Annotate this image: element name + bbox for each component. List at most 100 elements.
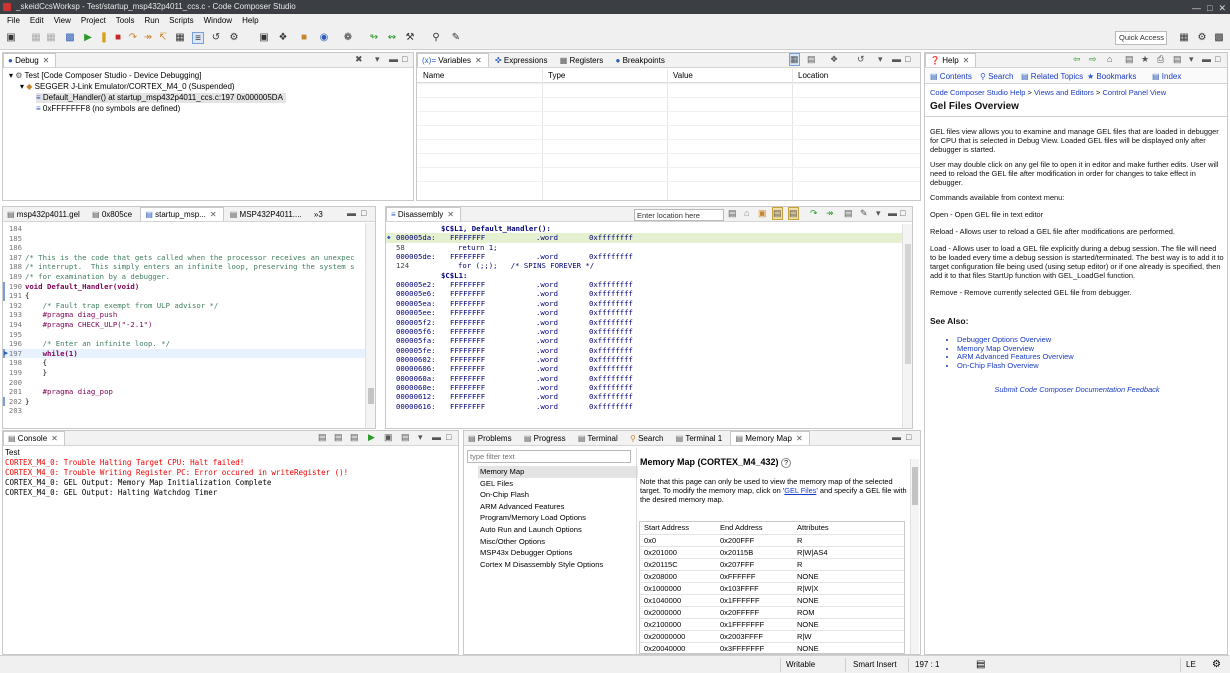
tab-problems[interactable]: ▤ Problems	[464, 432, 518, 446]
close-icon[interactable]: ✕	[43, 56, 50, 65]
code-line[interactable]: 190 void Default_Handler(void)	[3, 281, 365, 292]
save-all-icon[interactable]: ▦	[45, 32, 57, 44]
code-line[interactable]: 185	[3, 234, 365, 244]
tab-registers[interactable]: ▦ Registers	[556, 54, 610, 68]
minimize-icon[interactable]: ▬	[432, 432, 441, 442]
code-line[interactable]: 200	[3, 378, 365, 388]
table-row[interactable]: 0x208000 0xFFFFFF NONE	[640, 570, 904, 583]
code-line[interactable]: 191{	[3, 291, 365, 301]
cpu-icon[interactable]: ▣	[258, 32, 270, 44]
quick-access-field[interactable]: Quick Access	[1115, 31, 1167, 45]
filter-input[interactable]	[467, 450, 631, 463]
properties-scrollbar[interactable]	[910, 459, 919, 654]
location-input[interactable]	[634, 209, 724, 221]
minimize-icon[interactable]: ▬	[892, 432, 901, 442]
disasm-line[interactable]: $C$L1, Default_Handler():	[386, 224, 902, 233]
column-end-address[interactable]: End Address	[716, 522, 793, 535]
link-source-icon[interactable]: ▣	[758, 208, 767, 219]
properties-tree-item[interactable]: Cortex M Disassembly Style Options	[478, 559, 638, 571]
disasm-line[interactable]: 0000060a: FFFFFFFF .word 0xffffffff	[386, 374, 902, 383]
table-row[interactable]: 0x20040000 0x3FFFFFFF NONE	[640, 642, 904, 653]
maximize-icon[interactable]: □	[446, 432, 451, 442]
open-perspective-icon[interactable]: ✎	[450, 32, 462, 44]
close-icon[interactable]: ✕	[1218, 1, 1226, 15]
debug-tree-item-target[interactable]: ▾ ◆ SEGGER J-Link Emulator/CORTEX_M4_0 (…	[20, 82, 235, 92]
tab-terminal[interactable]: ▤ Terminal	[574, 432, 624, 446]
disasm-line[interactable]: 000005e6: FFFFFFFF .word 0xffffffff	[386, 289, 902, 298]
build-icon[interactable]: ■	[298, 32, 310, 44]
disasm-line[interactable]: 000005da: FFFFFFFF .word 0xffffffff ◆	[386, 233, 902, 243]
new-console-icon[interactable]: ▤	[401, 432, 410, 443]
suspend-icon[interactable]: ❚	[98, 32, 110, 44]
maximize-icon[interactable]: □	[900, 208, 905, 218]
minimize-icon[interactable]: ▬	[1202, 54, 1211, 64]
console-output[interactable]: CORTEX_M4_0: Trouble Halting Target CPU:…	[5, 458, 455, 498]
code-line[interactable]: 187/* This is the code that gets called …	[3, 253, 365, 263]
properties-scroll-thumb[interactable]	[912, 467, 918, 505]
code-line[interactable]: 197 while(1) ▶	[3, 348, 365, 359]
perspective-ccs-edit-icon[interactable]: ▦	[1178, 32, 1190, 44]
code-line[interactable]: 184	[3, 224, 365, 234]
nav-related-topics[interactable]: ▤ Related Topics	[1021, 72, 1083, 82]
disasm-line[interactable]: 0000060e: FFFFFFFF .word 0xffffffff	[386, 383, 902, 392]
column-location[interactable]: Location	[798, 71, 828, 81]
code-line[interactable]: 199 }	[3, 368, 365, 378]
code-line[interactable]: 186	[3, 243, 365, 253]
disasm-line[interactable]: 00000616: FFFFFFFF .word 0xffffffff	[386, 402, 902, 411]
table-row[interactable]: 0x1000000 0x103FFFF R|W|X	[640, 582, 904, 595]
menu-item[interactable]: Window	[199, 14, 237, 27]
tab-address[interactable]: ▤ 0x805ce	[88, 208, 138, 222]
go-location-icon[interactable]: ▤	[728, 208, 737, 219]
collapse-all-icon[interactable]: ▤	[807, 54, 816, 65]
tab-terminal-1[interactable]: ▤ Terminal 1	[672, 432, 729, 446]
maximize-icon[interactable]: □	[905, 54, 910, 64]
see-also-link[interactable]: On-Chip Flash Overview	[957, 361, 1224, 371]
debug-tree-item-frame-0[interactable]: ≡ Default_Handler() at startup_msp432p40…	[36, 93, 286, 103]
disasm-line[interactable]: 000005ea: FFFFFFFF .word 0xffffffff	[386, 299, 902, 308]
breadcrumb-item[interactable]: Views and Editors	[1034, 88, 1094, 97]
disasm-line[interactable]: 58 return 1;	[386, 243, 902, 252]
menu-item[interactable]: Tools	[111, 14, 140, 27]
properties-tree-item[interactable]: ARM Advanced Features	[478, 501, 638, 513]
tab-breakpoints[interactable]: ● Breakpoints	[612, 54, 671, 68]
code-line[interactable]: 188/* interrupt. This simply enters an i…	[3, 262, 365, 272]
minimize-icon[interactable]: ▬	[888, 208, 897, 218]
pin-console-icon[interactable]: ▶	[368, 432, 375, 443]
close-icon[interactable]: ✕	[796, 434, 803, 443]
disassembly-scrollbar[interactable]	[902, 224, 912, 428]
view-menu-icon[interactable]: ▾	[878, 54, 883, 65]
menu-item[interactable]: Edit	[25, 14, 49, 27]
perspective-other-icon[interactable]: ▩	[1213, 32, 1225, 44]
expand-icon[interactable]: ▾	[20, 82, 24, 91]
disassembly-scroll-thumb[interactable]	[905, 244, 911, 364]
display-console-icon[interactable]: ▣	[384, 432, 393, 443]
external-tools-icon[interactable]: ⚒	[404, 32, 416, 44]
close-icon[interactable]: ✕	[963, 56, 970, 65]
nav-search[interactable]: ⚲ Search	[980, 72, 1013, 82]
grid-icon[interactable]: ▦	[174, 32, 186, 44]
step-over-icon[interactable]: ↠	[142, 32, 154, 44]
column-type[interactable]: Type	[548, 71, 565, 81]
disasm-line[interactable]: 00000602: FFFFFFFF .word 0xffffffff	[386, 355, 902, 364]
nav-contents[interactable]: ▤ Contents	[930, 72, 972, 82]
code-line[interactable]: 193 #pragma diag_push	[3, 310, 365, 320]
remove-terminated-icon[interactable]: ✖	[355, 54, 363, 65]
bookmark-icon[interactable]: ★	[1141, 54, 1149, 65]
disasm-line[interactable]: 000005f6: FFFFFFFF .word 0xffffffff	[386, 327, 902, 336]
step-return-icon[interactable]: ↸	[157, 32, 169, 44]
menu-item[interactable]: Help	[237, 14, 263, 27]
tab-disassembly[interactable]: ≡ Disassembly ✕	[386, 207, 461, 221]
table-row[interactable]: 0x201000 0x20115B R|W|AS4	[640, 546, 904, 559]
disassembly-listing[interactable]: $C$L1, Default_Handler(): 000005da: FFFFFF…	[386, 224, 902, 428]
code-line[interactable]: 202}	[3, 396, 365, 407]
search-icon[interactable]: ⚲	[430, 32, 442, 44]
properties-tree-item[interactable]: MSP43x Debugger Options	[478, 547, 638, 559]
refresh-icon[interactable]: ↺	[857, 54, 865, 65]
tab-variables[interactable]: (x)= Variables ✕	[417, 53, 489, 67]
maximize-icon[interactable]: □	[1215, 54, 1220, 64]
maximize-icon[interactable]: □	[402, 54, 407, 64]
code-line[interactable]: 198 {	[3, 358, 365, 368]
table-row[interactable]: 0x2100000 0x1FFFFFFF NONE	[640, 618, 904, 631]
code-line[interactable]: 203	[3, 406, 365, 416]
tab-overflow[interactable]: »3	[310, 208, 329, 222]
